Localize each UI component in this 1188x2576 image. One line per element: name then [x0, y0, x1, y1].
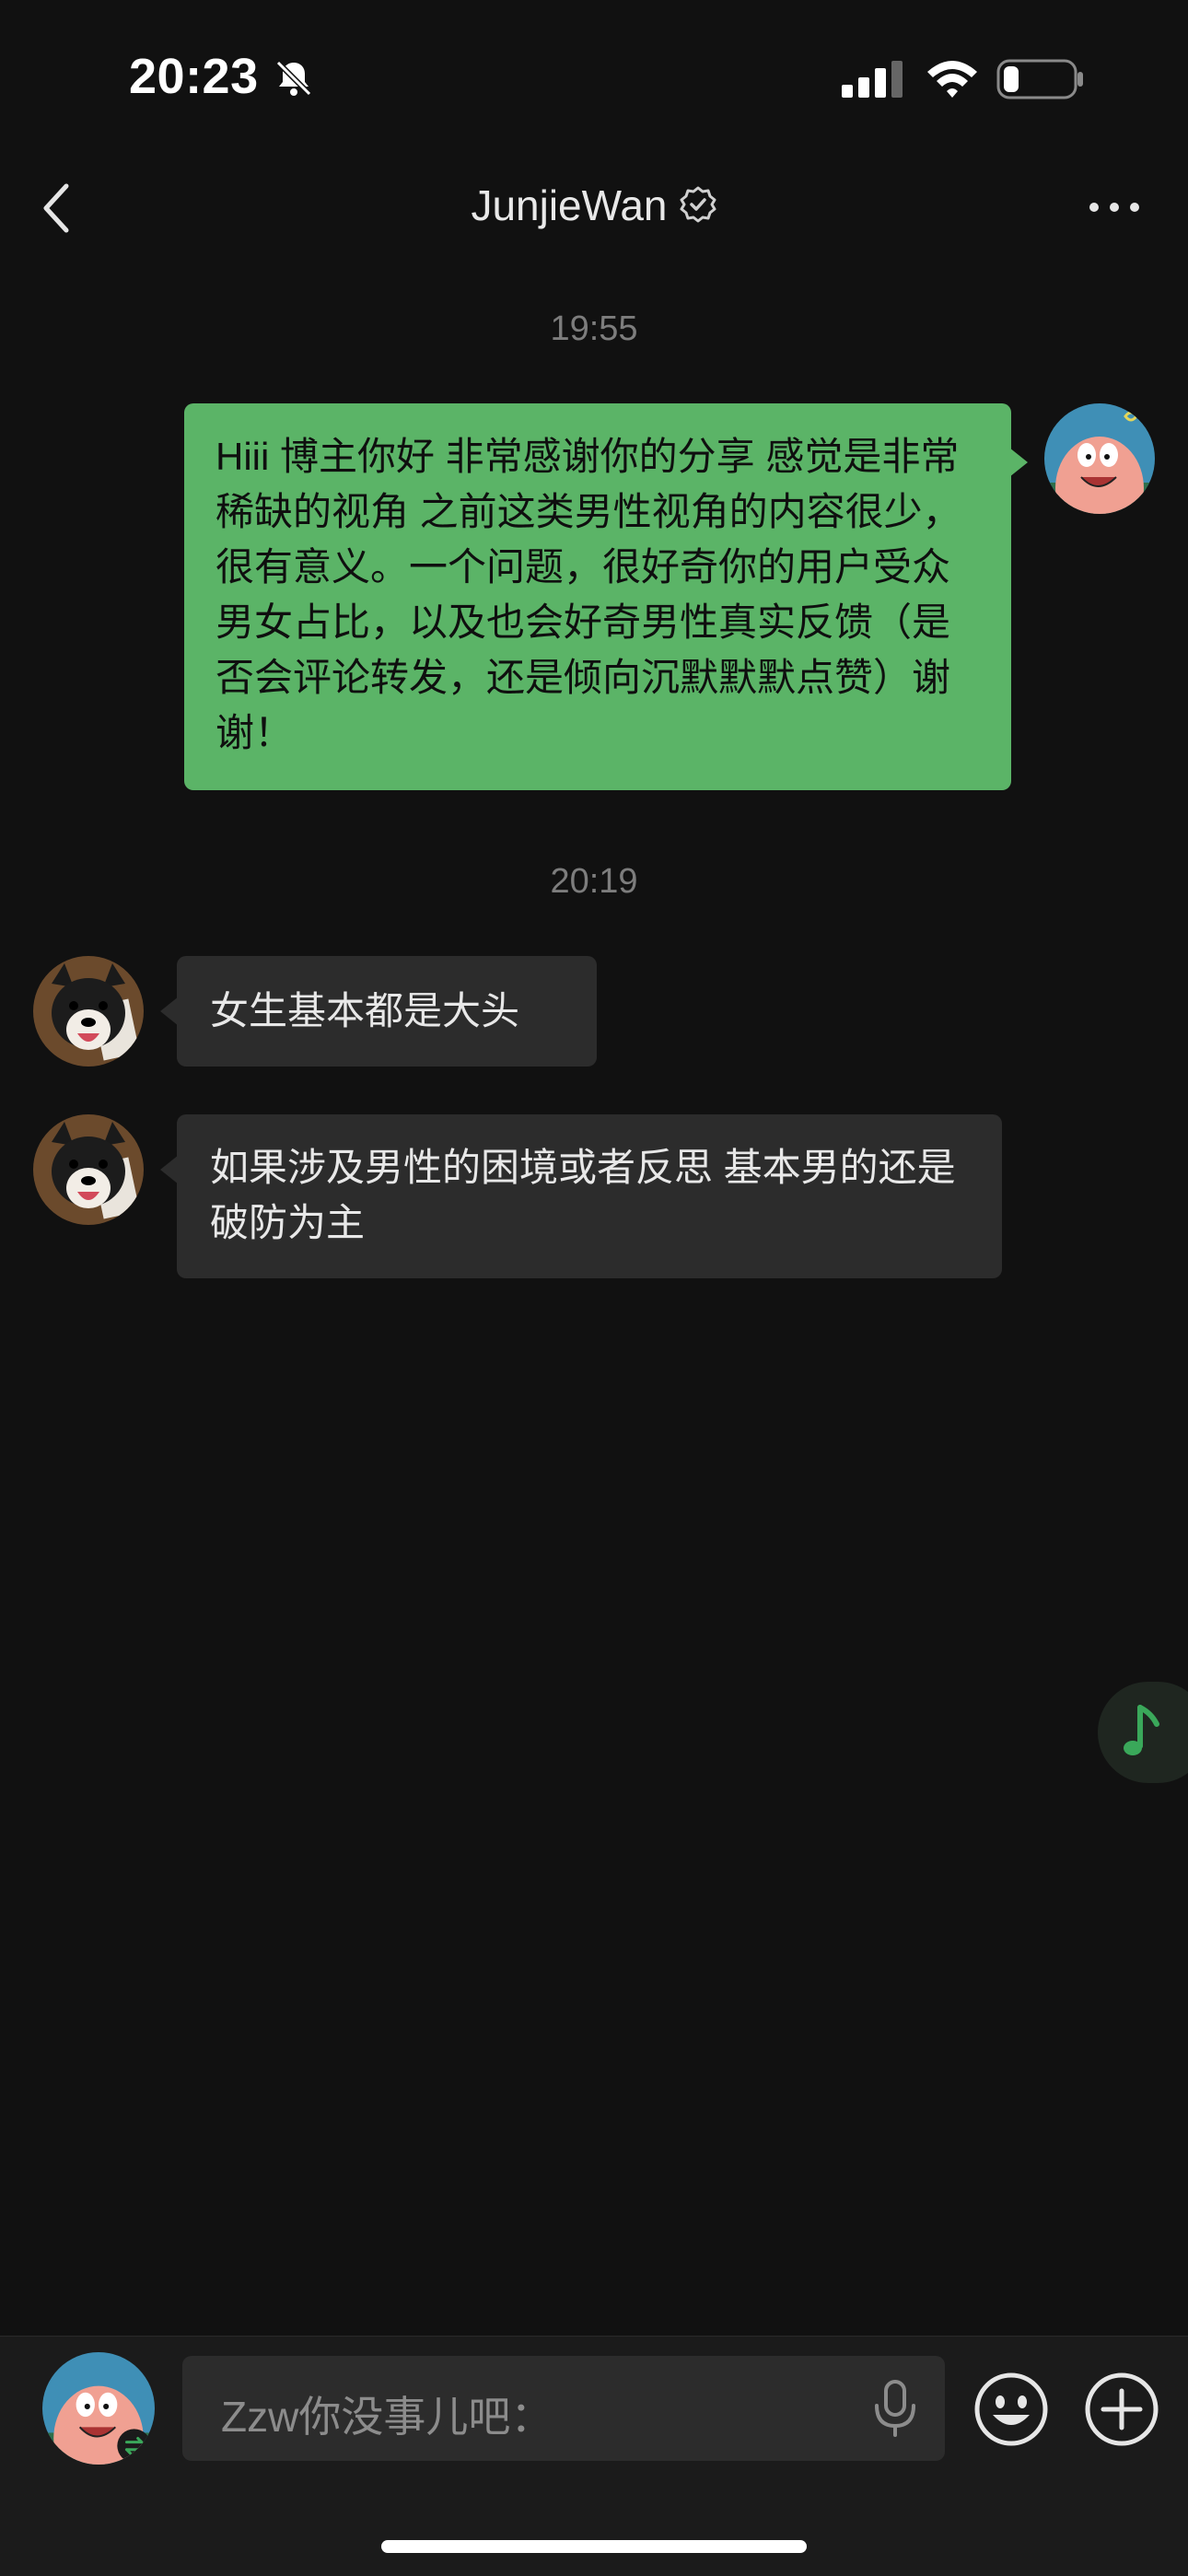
music-note-icon[interactable]	[1098, 1682, 1188, 1783]
sent-message-bubble[interactable]: Hiii 博主你好 非常感谢你的分享 感觉是非常稀缺的视角 之前这类男性视角的内…	[184, 403, 1011, 790]
chat-title: JunjieWan	[471, 181, 668, 229]
battery-icon	[996, 59, 1085, 104]
bell-slash-icon	[273, 57, 315, 104]
my-avatar[interactable]	[1044, 403, 1155, 514]
mic-icon[interactable]	[869, 2378, 921, 2443]
bubble-tail	[160, 1155, 179, 1184]
verified-icon	[679, 184, 717, 234]
timestamp: 19:55	[550, 309, 638, 348]
status-time: 20:23	[129, 49, 259, 104]
more-icon[interactable]	[1087, 193, 1142, 226]
received-message-bubble[interactable]: 女生基本都是大头	[177, 956, 597, 1067]
plus-icon[interactable]	[1083, 2371, 1160, 2453]
chat-title-area[interactable]: JunjieWan	[0, 181, 1188, 234]
message-input-text[interactable]: Zzw你没事儿吧：	[221, 2384, 553, 2444]
bubble-tail	[1009, 448, 1028, 477]
bubble-tail	[160, 997, 179, 1026]
received-message-bubble[interactable]: 如果涉及男性的困境或者反思 基本男的还是破防为主	[177, 1114, 1002, 1278]
signal-icon	[842, 61, 904, 104]
switch-identity-avatar[interactable]	[42, 2352, 155, 2465]
contact-avatar[interactable]	[33, 1114, 144, 1225]
wifi-icon	[925, 57, 980, 104]
contact-avatar[interactable]	[33, 956, 144, 1067]
home-indicator[interactable]	[381, 2540, 807, 2553]
timestamp: 20:19	[550, 862, 638, 901]
emoji-icon[interactable]	[973, 2371, 1050, 2453]
